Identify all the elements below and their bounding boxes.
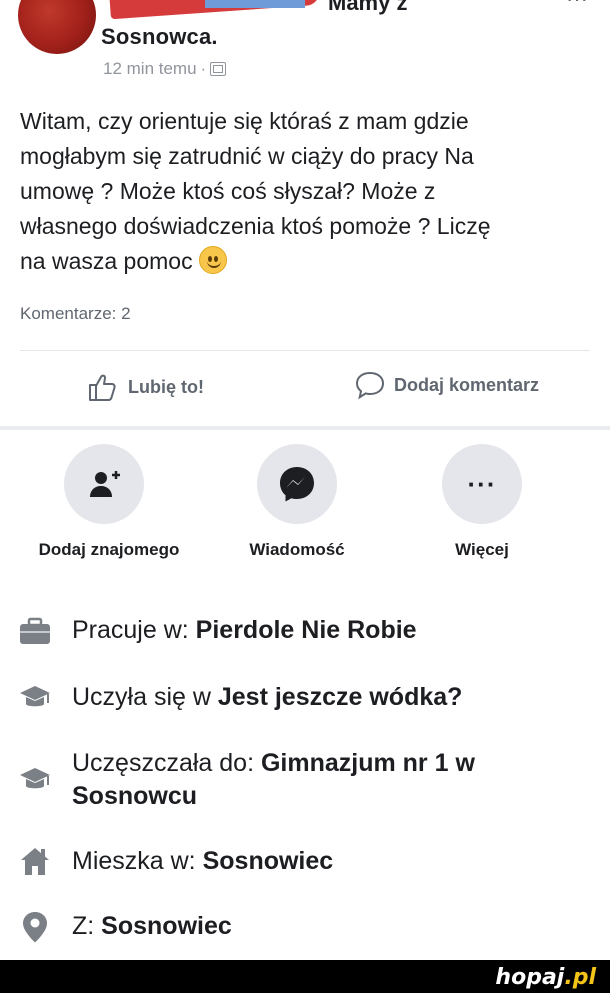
audience-icon[interactable] [210,62,227,76]
home-icon [21,848,49,875]
message-label[interactable]: Wiadomość [212,540,382,560]
like-label: Lubię to! [128,376,204,397]
graduation-cap-icon [20,768,50,789]
attended-value-line2[interactable]: Sosnowcu [72,782,197,810]
watermark-logo: hopaj.pl [495,965,596,990]
post-body-text: Witam, czy orientuje się któraś z mam gd… [20,108,491,274]
lives-value[interactable]: Sosnowiec [203,847,334,875]
studied-value[interactable]: Jest jeszcze wódka? [218,683,463,711]
add-friend-button[interactable] [64,444,144,524]
about-from-text: Z: Sosnowiec [72,910,232,943]
post-meta: 12 min temu · [103,59,227,79]
add-friend-label[interactable]: Dodaj znajomego [24,540,194,560]
from-prefix: Z: [72,912,102,940]
group-name-tail[interactable]: Mamy z [328,0,407,16]
section-separator [0,426,610,430]
briefcase-icon [20,617,50,644]
comment-bubble-icon [355,371,385,400]
more-button[interactable]: ··· [442,444,522,524]
about-attended-text: Uczęszczała do: Gimnazjum nr 1 w Sosnowcu [72,747,475,813]
work-prefix: Pracuje w: [72,616,196,644]
comment-button[interactable]: Dodaj komentarz [354,370,539,400]
about-lives-text: Mieszka w: Sosnowiec [72,845,333,878]
post-timestamp[interactable]: 12 min temu [103,59,197,79]
attended-value-line1[interactable]: Gimnazjum nr 1 w [261,749,475,777]
group-avatar[interactable] [18,0,96,54]
about-work-text: Pracuje w: Pierdole Nie Robie [72,614,417,647]
redacted-arrow [205,0,305,8]
more-icon: ··· [467,469,497,499]
attended-prefix: Uczęszczała do: [72,749,261,777]
more-label[interactable]: Więcej [397,540,567,560]
comment-label: Dodaj komentarz [394,374,540,395]
post-card: Mamy z ··· Sosnowca. 12 min temu · Witam… [0,0,610,430]
location-pin-icon [23,912,47,943]
studied-prefix: Uczyła się w [72,683,218,711]
watermark-name: hopaj [495,965,565,990]
watermark-tld: .pl [564,965,596,990]
messenger-icon [280,467,314,502]
post-divider [20,350,590,351]
lives-prefix: Mieszka w: [72,847,203,875]
thumbs-up-icon [89,374,116,401]
message-button[interactable] [257,444,337,524]
work-value[interactable]: Pierdole Nie Robie [196,616,417,644]
post-options-icon[interactable]: ··· [566,0,588,12]
add-friend-icon [90,471,120,497]
watermark-bar: hopaj.pl [0,960,610,993]
from-value[interactable]: Sosnowiec [101,912,232,940]
meta-separator: · [200,59,207,78]
graduation-cap-icon [20,686,50,707]
group-name[interactable]: Sosnowca. [101,24,218,50]
post-body: Witam, czy orientuje się któraś z mam gd… [20,104,590,279]
smile-emoji-icon [198,246,227,274]
about-studied-text: Uczyła się w Jest jeszcze wódka? [72,681,462,714]
like-button[interactable]: Lubię to! [86,370,204,404]
comments-count[interactable]: Komentarze: 2 [20,304,131,324]
